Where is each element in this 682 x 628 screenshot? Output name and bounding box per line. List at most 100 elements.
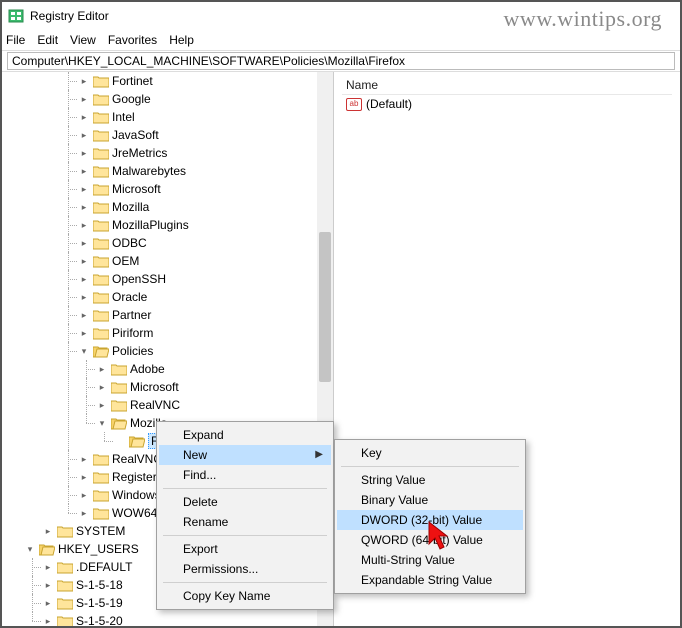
folder-icon (111, 417, 127, 430)
menu-item-qword-value[interactable]: QWORD (64-bit) Value (337, 530, 523, 550)
menu-favorites[interactable]: Favorites (108, 33, 157, 47)
tree-node-label: RealVNC (112, 452, 162, 466)
tree-node[interactable]: ▸Microsoft (78, 180, 333, 198)
chevron-right-icon[interactable]: ▸ (78, 472, 90, 483)
scrollbar-thumb[interactable] (319, 232, 331, 382)
chevron-right-icon[interactable]: ▸ (42, 616, 54, 627)
tree-node[interactable]: ▸ ODBC (78, 234, 333, 252)
chevron-right-icon[interactable]: ▸ (78, 490, 90, 501)
chevron-right-icon[interactable]: ▸ (78, 220, 90, 231)
menu-item-export[interactable]: Export (159, 539, 331, 559)
tree-node-label: Malwarebytes (112, 164, 186, 178)
tree-node[interactable]: ▸Microsoft (96, 378, 333, 396)
chevron-right-icon[interactable]: ▸ (42, 580, 54, 591)
chevron-right-icon[interactable]: ▸ (78, 454, 90, 465)
tree-node[interactable]: ▸Oracle (78, 288, 333, 306)
chevron-right-icon[interactable]: ▸ (78, 76, 90, 87)
chevron-right-icon[interactable]: ▸ (78, 328, 90, 339)
menu-view[interactable]: View (70, 33, 96, 47)
folder-icon (93, 273, 109, 286)
chevron-right-icon[interactable]: ▸ (78, 202, 90, 213)
menu-bar: File Edit View Favorites Help (2, 30, 680, 50)
tree-node[interactable]: ▸JreMetrics (78, 144, 333, 162)
chevron-right-icon[interactable]: ▸ (78, 238, 90, 249)
tree-node-label: Policies (112, 344, 153, 358)
tree-node-label: Google (112, 92, 151, 106)
folder-icon (93, 291, 109, 304)
menu-help[interactable]: Help (169, 33, 194, 47)
chevron-right-icon[interactable]: ▸ (78, 184, 90, 195)
menu-item-expand[interactable]: Expand (159, 425, 331, 445)
menu-item-new[interactable]: New ▶ (159, 445, 331, 465)
chevron-right-icon[interactable]: ▸ (42, 526, 54, 537)
folder-icon (93, 453, 109, 466)
menu-item-key[interactable]: Key (337, 443, 523, 463)
tree-node-label: Partner (112, 308, 151, 322)
chevron-right-icon[interactable]: ▸ (78, 274, 90, 285)
tree-node[interactable]: ▸Intel (78, 108, 333, 126)
tree-node-label: MozillaPlugins (112, 218, 189, 232)
tree-node[interactable]: ▸Adobe (96, 360, 333, 378)
tree-node[interactable]: ▸JavaSoft (78, 126, 333, 144)
tree-node-label: ODBC (112, 236, 147, 250)
menu-item-new-label: New (183, 448, 207, 462)
folder-icon (93, 111, 109, 124)
tree-node[interactable]: ▸OEM (78, 252, 333, 270)
chevron-right-icon[interactable]: ▸ (78, 130, 90, 141)
tree-node-label: RealVNC (130, 398, 180, 412)
menu-item-binary-value[interactable]: Binary Value (337, 490, 523, 510)
chevron-right-icon[interactable]: ▸ (78, 166, 90, 177)
chevron-right-icon[interactable]: ▸ (78, 310, 90, 321)
tree-node[interactable]: ▾ Policies (78, 342, 333, 360)
column-header-name[interactable]: Name (342, 76, 672, 95)
menu-item-expandable-value[interactable]: Expandable String Value (337, 570, 523, 590)
folder-icon (57, 597, 73, 610)
chevron-down-icon[interactable]: ▾ (24, 544, 36, 555)
chevron-right-icon[interactable]: ▸ (96, 382, 108, 393)
folder-icon (93, 147, 109, 160)
menu-item-find[interactable]: Find... (159, 465, 331, 485)
chevron-right-icon[interactable]: ▸ (78, 94, 90, 105)
chevron-down-icon[interactable]: ▾ (96, 418, 108, 429)
chevron-right-icon[interactable]: ▸ (78, 256, 90, 267)
menu-item-string-value[interactable]: String Value (337, 470, 523, 490)
chevron-right-icon[interactable]: ▸ (78, 508, 90, 519)
menu-item-delete[interactable]: Delete (159, 492, 331, 512)
title-bar: Registry Editor (2, 2, 680, 30)
tree-node[interactable]: ▸OpenSSH (78, 270, 333, 288)
folder-icon (93, 471, 109, 484)
menu-edit[interactable]: Edit (37, 33, 58, 47)
folder-icon (39, 543, 55, 556)
chevron-right-icon[interactable]: ▸ (78, 112, 90, 123)
tree-node[interactable]: ▸ MozillaPlugins (78, 216, 333, 234)
menu-item-copy-key-name[interactable]: Copy Key Name (159, 586, 331, 606)
chevron-right-icon[interactable]: ▸ (78, 292, 90, 303)
tree-node[interactable]: ▸ Partner (78, 306, 333, 324)
menu-item-rename[interactable]: Rename (159, 512, 331, 532)
chevron-right-icon[interactable]: ▸ (42, 562, 54, 573)
chevron-down-icon[interactable]: ▾ (78, 346, 90, 357)
tree-node[interactable]: ▸ Piriform (78, 324, 333, 342)
menu-item-dword-value[interactable]: DWORD (32-bit) Value (337, 510, 523, 530)
folder-icon (93, 201, 109, 214)
tree-node-label: .DEFAULT (76, 560, 132, 574)
tree-node[interactable]: ▸ Google (78, 90, 333, 108)
folder-icon (93, 165, 109, 178)
address-input[interactable] (7, 52, 675, 70)
tree-node[interactable]: ▸ RealVNC (96, 396, 333, 414)
chevron-right-icon[interactable]: ▸ (96, 364, 108, 375)
chevron-right-icon[interactable]: ▸ (96, 400, 108, 411)
menu-file[interactable]: File (6, 33, 25, 47)
chevron-right-icon[interactable]: ▸ (42, 598, 54, 609)
folder-icon (93, 129, 109, 142)
tree-node[interactable]: ▸Mozilla (78, 198, 333, 216)
menu-item-permissions[interactable]: Permissions... (159, 559, 331, 579)
menu-item-multistring-value[interactable]: Multi-String Value (337, 550, 523, 570)
tree-node[interactable]: ▸Fortinet (78, 72, 333, 90)
tree-node[interactable]: ▸S-1-5-20 (42, 612, 333, 626)
tree-node-label: Piriform (112, 326, 153, 340)
list-item[interactable]: ab (Default) (342, 95, 672, 113)
tree-node[interactable]: ▸ Malwarebytes (78, 162, 333, 180)
chevron-right-icon[interactable]: ▸ (78, 148, 90, 159)
folder-icon (93, 75, 109, 88)
